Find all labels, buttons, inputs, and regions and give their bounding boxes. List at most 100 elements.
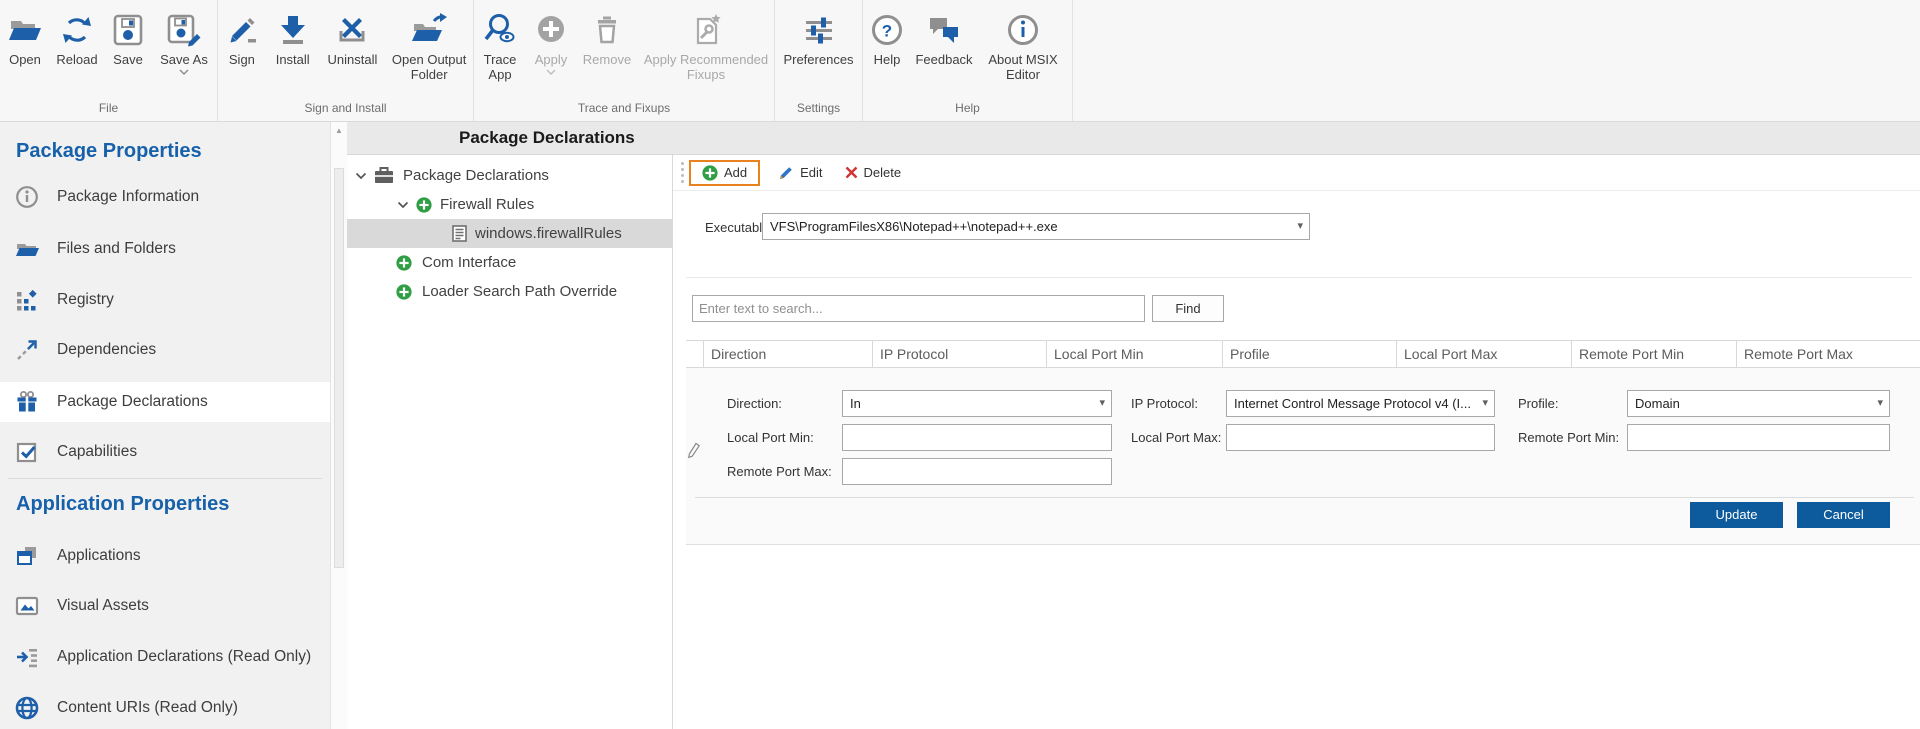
sidebar-scrollbar[interactable]: ▲ bbox=[330, 122, 347, 729]
sidebar-item-files-and-folders[interactable]: Files and Folders bbox=[0, 229, 330, 269]
sidebar-item-dependencies[interactable]: Dependencies bbox=[0, 330, 330, 370]
button-label: Trace App bbox=[474, 52, 526, 82]
button-label: Edit bbox=[800, 165, 822, 180]
button-label: Apply bbox=[535, 52, 568, 67]
sidebar-item-package-declarations[interactable]: Package Declarations bbox=[0, 382, 330, 422]
button-label: Sign bbox=[229, 52, 255, 67]
rules-grid-header: Direction IP Protocol Local Port Min Pro… bbox=[686, 340, 1920, 368]
sidebar-item-visual-assets[interactable]: Visual Assets bbox=[0, 586, 330, 626]
open-output-folder-icon bbox=[409, 8, 449, 52]
tree-item-windows-firewallrules[interactable]: windows.firewallRules bbox=[347, 219, 672, 248]
remote-port-min-input[interactable] bbox=[1627, 424, 1890, 451]
delete-x-icon bbox=[845, 166, 858, 179]
save-as-button[interactable]: Save As bbox=[152, 6, 216, 75]
apply-recommended-fixups-button[interactable]: Apply Recommended Fixups bbox=[638, 6, 774, 82]
sign-pencil-icon bbox=[224, 8, 260, 52]
install-icon bbox=[275, 8, 311, 52]
direction-combobox[interactable]: In bbox=[842, 390, 1112, 417]
preferences-sliders-icon bbox=[801, 8, 837, 52]
open-output-folder-button[interactable]: Open Output Folder bbox=[385, 6, 473, 82]
open-button[interactable]: Open bbox=[0, 6, 50, 67]
remote-port-max-input[interactable] bbox=[842, 458, 1112, 485]
button-label: Delete bbox=[864, 165, 902, 180]
feedback-icon bbox=[925, 8, 963, 52]
combobox-value: Domain bbox=[1635, 396, 1680, 411]
cancel-button[interactable]: Cancel bbox=[1797, 502, 1890, 528]
column-header-remote-port-max[interactable]: Remote Port Max bbox=[1737, 341, 1920, 367]
chevron-down-icon[interactable] bbox=[355, 172, 367, 180]
firewall-rules-panel: Add Edit Delete Executable VFS\ProgramFi… bbox=[673, 155, 1920, 729]
column-header-local-port-max[interactable]: Local Port Max bbox=[1397, 341, 1572, 367]
drag-handle-icon[interactable] bbox=[681, 162, 684, 183]
tree-item-label: windows.firewallRules bbox=[475, 225, 622, 242]
green-plus-icon bbox=[396, 255, 412, 271]
column-header-profile[interactable]: Profile bbox=[1223, 341, 1397, 367]
dependencies-icon bbox=[14, 337, 40, 363]
chevron-down-icon[interactable] bbox=[397, 201, 409, 209]
local-port-max-input[interactable] bbox=[1226, 424, 1495, 451]
find-button[interactable]: Find bbox=[1152, 295, 1224, 322]
row-indicator-column bbox=[686, 341, 704, 367]
local-port-min-input[interactable] bbox=[842, 424, 1112, 451]
remove-button[interactable]: Remove bbox=[576, 6, 638, 67]
tree-item-label: Package Declarations bbox=[403, 167, 549, 184]
about-msix-editor-button[interactable]: About MSIX Editor bbox=[977, 6, 1069, 82]
sidebar-item-applications[interactable]: Applications bbox=[0, 536, 330, 576]
column-header-remote-port-min[interactable]: Remote Port Min bbox=[1572, 341, 1737, 367]
scrollbar-thumb[interactable] bbox=[334, 168, 344, 568]
sign-button[interactable]: Sign bbox=[218, 6, 266, 67]
feedback-button[interactable]: Feedback bbox=[911, 6, 977, 67]
edit-button[interactable]: Edit bbox=[769, 161, 831, 185]
profile-combobox[interactable]: Domain bbox=[1627, 390, 1890, 417]
tree-item-label: Loader Search Path Override bbox=[422, 283, 617, 300]
tree-item-com-interface[interactable]: Com Interface bbox=[347, 248, 672, 277]
uninstall-button[interactable]: Uninstall bbox=[320, 6, 386, 67]
trace-app-button[interactable]: Trace App bbox=[474, 6, 526, 82]
green-plus-icon bbox=[396, 284, 412, 300]
sidebar-item-content-uris[interactable]: Content URIs (Read Only) bbox=[0, 688, 330, 728]
page-title: Package Declarations bbox=[459, 122, 635, 154]
sidebar-item-package-information[interactable]: Package Information bbox=[0, 177, 330, 217]
green-plus-icon bbox=[702, 165, 718, 181]
search-input[interactable] bbox=[692, 295, 1145, 322]
install-button[interactable]: Install bbox=[266, 6, 320, 67]
info-icon bbox=[14, 184, 40, 210]
executable-combobox[interactable]: VFS\ProgramFilesX86\Notepad++\notepad++.… bbox=[762, 213, 1310, 240]
reload-icon bbox=[59, 8, 95, 52]
update-button[interactable]: Update bbox=[1690, 502, 1783, 528]
sidebar-item-application-declarations[interactable]: Application Declarations (Read Only) bbox=[0, 637, 330, 677]
sidebar-item-label: Content URIs (Read Only) bbox=[57, 688, 238, 728]
add-button[interactable]: Add bbox=[689, 160, 760, 186]
chevron-down-icon bbox=[179, 69, 189, 75]
sidebar-item-registry[interactable]: Registry bbox=[0, 280, 330, 320]
button-label: Save bbox=[113, 52, 143, 67]
sidebar-item-label: Package Declarations bbox=[57, 382, 208, 422]
tree-item-firewall-rules[interactable]: Firewall Rules bbox=[347, 190, 672, 219]
column-header-ip-protocol[interactable]: IP Protocol bbox=[873, 341, 1047, 367]
local-port-max-label: Local Port Max: bbox=[1131, 430, 1221, 445]
chevron-down-icon bbox=[546, 69, 556, 75]
sidebar-item-capabilities[interactable]: Capabilities bbox=[0, 432, 330, 472]
reload-button[interactable]: Reload bbox=[50, 6, 104, 67]
tree-item-package-declarations[interactable]: Package Declarations bbox=[347, 161, 672, 190]
sidebar: Package Properties Package Information F… bbox=[0, 122, 330, 729]
button-label: Install bbox=[276, 52, 310, 67]
save-button[interactable]: Save bbox=[104, 6, 152, 67]
button-label: About MSIX Editor bbox=[977, 52, 1069, 82]
scrollbar-up-arrow[interactable]: ▲ bbox=[331, 126, 347, 135]
ip-protocol-combobox[interactable]: Internet Control Message Protocol v4 (I.… bbox=[1226, 390, 1495, 417]
editor-buttons-divider bbox=[695, 497, 1914, 498]
column-header-local-port-min[interactable]: Local Port Min bbox=[1047, 341, 1223, 367]
tree-item-loader-search-path-override[interactable]: Loader Search Path Override bbox=[347, 277, 672, 306]
button-label: Preferences bbox=[783, 52, 853, 67]
ribbon: Open Reload Save Save As File Sign bbox=[0, 0, 1920, 122]
column-header-direction[interactable]: Direction bbox=[704, 341, 873, 367]
ip-protocol-label: IP Protocol: bbox=[1131, 396, 1198, 411]
help-button[interactable]: ? Help bbox=[863, 6, 911, 67]
remote-port-max-label: Remote Port Max: bbox=[727, 464, 832, 479]
apply-button[interactable]: Apply bbox=[526, 6, 576, 75]
preferences-button[interactable]: Preferences bbox=[776, 6, 862, 67]
briefcase-icon bbox=[374, 167, 394, 184]
sidebar-item-label: Capabilities bbox=[57, 432, 137, 472]
delete-button[interactable]: Delete bbox=[836, 161, 911, 184]
